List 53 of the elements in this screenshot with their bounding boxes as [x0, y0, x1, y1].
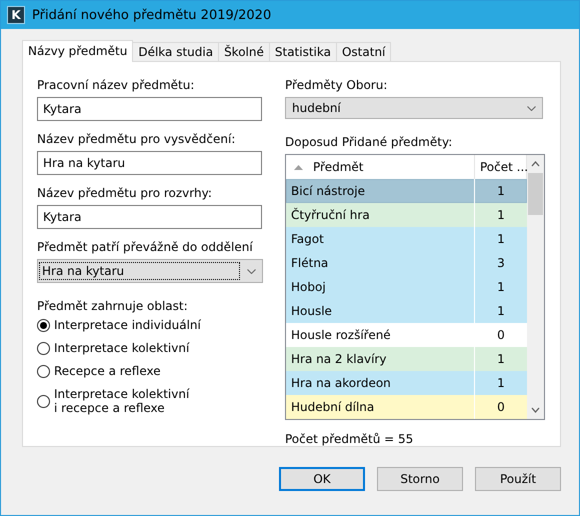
table-cell-text: 0	[496, 327, 506, 344]
chevron-down-icon	[527, 106, 536, 110]
table-cell-text: 3	[496, 255, 506, 272]
dropdown[interactable]: hudební	[285, 97, 543, 119]
dropdown[interactable]: Hra na kytaru	[37, 259, 263, 283]
table-row[interactable]: Hoboj 1	[286, 275, 527, 299]
radio-option[interactable]: Interpretace kolektivní	[37, 341, 263, 355]
table-cell-text: 0	[496, 399, 506, 416]
input-field[interactable]: Kytara	[37, 97, 262, 121]
window-title: Přidání nového předmětu 2019/2020	[32, 8, 272, 22]
radio-option[interactable]: Recepce a reflexe	[37, 364, 263, 378]
table-row[interactable]: Hudební dílna 0	[286, 395, 527, 419]
sort-up-icon	[294, 164, 303, 170]
table-cell-text: 1	[496, 303, 506, 320]
radio-option[interactable]: Interpretace kolektivní i recepce a reflexe	[37, 387, 263, 415]
table-cell-text: 1	[496, 279, 506, 296]
table-row[interactable]: Flétna 3	[286, 251, 527, 275]
table-row[interactable]: Fagot 1	[286, 227, 527, 251]
radio-button[interactable]	[37, 394, 50, 408]
table-cell: Hudební dílna	[286, 395, 475, 419]
tab[interactable]: Názvy předmětu	[22, 40, 134, 62]
field-label: Název předmětu pro vysvědčení:	[37, 132, 236, 146]
table-cell-text: 1	[496, 207, 506, 224]
radio-button[interactable]	[37, 364, 50, 378]
table-cell-text: 1	[496, 375, 506, 392]
dialog-button[interactable]: OK	[279, 467, 365, 491]
radio-option[interactable]: Interpretace individuální	[37, 318, 263, 332]
table-cell-text: 1	[496, 183, 506, 200]
input-field[interactable]: Kytara	[37, 205, 262, 229]
table-row[interactable]: Hra na akordeon 1	[286, 371, 527, 395]
radio-button[interactable]	[37, 318, 50, 332]
radio-button[interactable]	[37, 342, 50, 354]
tab[interactable]: Ostatní	[336, 42, 392, 62]
dialog-button[interactable]: Použít	[475, 467, 561, 491]
group-label: Předmět zahrnuje oblast:	[37, 299, 189, 313]
app-icon: K	[7, 6, 25, 24]
table-row[interactable]: Čtyřruční hra 1	[286, 203, 527, 227]
table-row[interactable]: Housle 1	[286, 299, 527, 323]
field-label: Předměty Oboru:	[285, 78, 388, 92]
scrollbar[interactable]	[527, 155, 544, 419]
field-label: Pracovní název předmětu:	[37, 78, 196, 92]
table-cell-text: 1	[496, 351, 506, 368]
scrollbar-thumb[interactable]	[528, 173, 543, 215]
table-cell-text: 1	[496, 231, 506, 248]
table-row[interactable]: Bicí nástroje 1	[286, 179, 527, 203]
field-label: Název předmětu pro rozvrhy:	[37, 186, 213, 200]
field-label: Předmět patří převážně do oddělení	[37, 240, 254, 254]
chevron-down-icon	[247, 268, 256, 274]
dialog-button[interactable]: Storno	[377, 467, 463, 491]
input-field[interactable]: Hra na kytaru	[37, 151, 262, 175]
table-row[interactable]: Hra na 2 klavíry 1	[286, 347, 527, 371]
subject-count: Počet předmětů = 55	[285, 432, 414, 446]
table-label: Doposud Přidané předměty:	[285, 135, 454, 149]
